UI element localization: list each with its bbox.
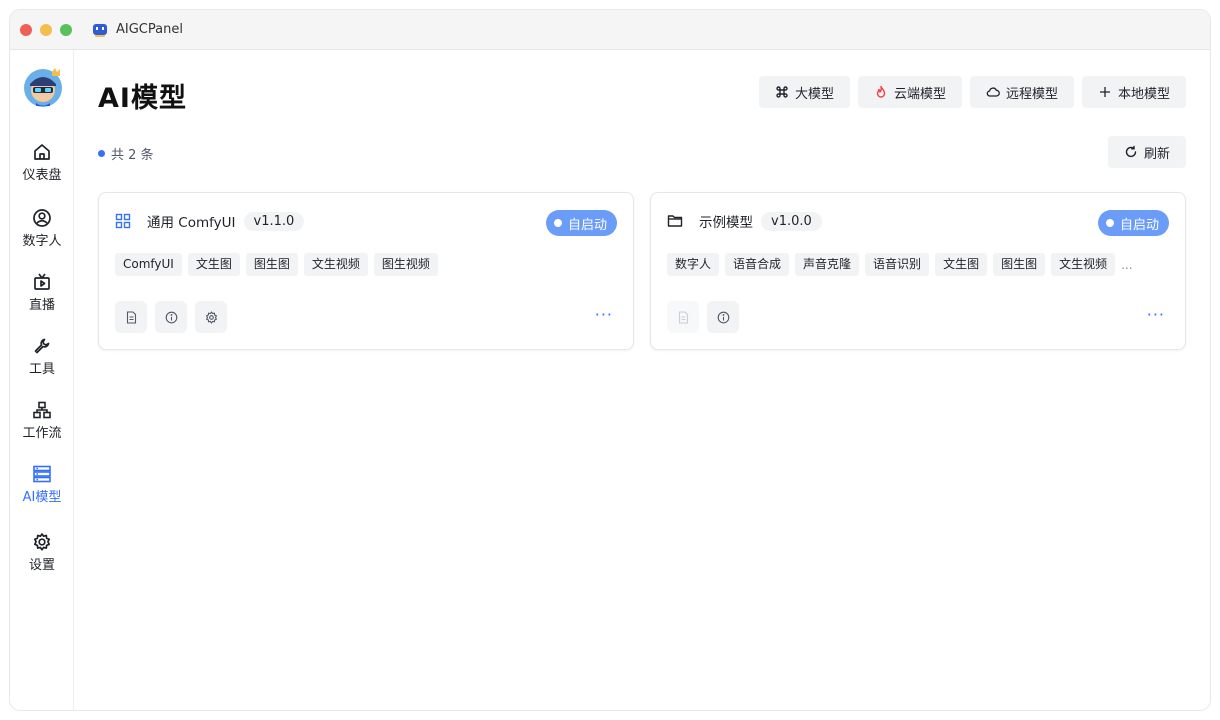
model-name: 通用 ComfyUI — [147, 215, 236, 231]
tag-list: 数字人 语音合成 声音克隆 语音识别 文生图 图生图 文生视频 ... — [667, 253, 1133, 276]
document-icon — [678, 310, 688, 324]
info-icon — [717, 311, 729, 323]
gear-icon — [205, 310, 217, 324]
cloud-icon — [986, 87, 1000, 97]
sidebar-item-label: 数字人 — [22, 234, 62, 249]
gear-icon — [33, 533, 51, 551]
sidebar: 仪表盘 数字人 直播 工具 工作流 AI模型 设置 — [10, 50, 74, 710]
sidebar-item-tools[interactable]: 工具 — [10, 336, 74, 392]
wrench-icon — [34, 338, 50, 354]
window-title: AIGCPanel — [116, 22, 183, 37]
more-button[interactable]: ··· — [595, 305, 613, 324]
sidebar-item-digital-human[interactable]: 数字人 — [10, 208, 74, 264]
tag: 声音克隆 — [795, 253, 860, 276]
remote-models-button[interactable]: 远程模型 — [969, 76, 1074, 108]
version-badge: v1.0.0 — [761, 211, 822, 231]
settings-button[interactable] — [195, 301, 227, 333]
maximize-window-button[interactable] — [60, 23, 72, 36]
sidebar-item-label: 设置 — [28, 558, 55, 573]
sidebar-item-ai-models[interactable]: AI模型 — [10, 464, 74, 520]
toggle-dot — [553, 219, 562, 227]
card-actions — [667, 301, 739, 333]
model-name: 示例模型 — [699, 215, 753, 231]
log-button[interactable] — [115, 301, 147, 333]
card-actions — [115, 301, 227, 333]
main-content: AI模型 大模型 云端模型 远程模型 本地模型 共 2 条 刷新 通用 Comf… — [74, 50, 1210, 710]
model-card: 通用 ComfyUI v1.1.0 自启动 ComfyUI 文生图 图生图 文生… — [98, 192, 634, 350]
item-count: 共 2 条 — [98, 144, 154, 163]
tag: ComfyUI — [115, 253, 182, 276]
sidebar-item-settings[interactable]: 设置 — [10, 532, 74, 588]
close-window-button[interactable] — [20, 23, 32, 36]
tag: 文生视频 — [1051, 253, 1116, 276]
sidebar-item-workflow[interactable]: 工作流 — [10, 400, 74, 456]
card-header: 通用 ComfyUI v1.1.0 — [115, 211, 305, 231]
tag: 图生图 — [245, 253, 298, 276]
document-icon — [126, 310, 136, 324]
model-card: 示例模型 v1.0.0 自启动 数字人 语音合成 声音克隆 语音识别 文生图 图… — [650, 192, 1186, 350]
tag: 数字人 — [667, 253, 720, 276]
refresh-icon — [1125, 145, 1137, 158]
tag: 文生图 — [187, 253, 240, 276]
folder-icon — [667, 215, 683, 227]
info-icon — [165, 311, 177, 323]
tag: 图生视频 — [373, 253, 438, 276]
app-logo-icon — [93, 23, 107, 37]
local-models-button[interactable]: 本地模型 — [1081, 76, 1186, 108]
sidebar-item-label: 直播 — [28, 298, 55, 313]
log-button[interactable] — [667, 301, 699, 333]
plus-icon — [1099, 87, 1110, 97]
user-circle-icon — [33, 209, 51, 227]
server-icon — [33, 465, 51, 483]
grid-icon — [115, 213, 131, 229]
app-window: AIGCPanel 仪表盘 数字人 直播 工具 工作流 AI模型 设置 AI模型… — [10, 10, 1210, 710]
tag: 语音合成 — [725, 253, 790, 276]
more-button[interactable]: ··· — [1147, 305, 1165, 324]
autostart-toggle[interactable]: 自启动 — [545, 210, 617, 236]
info-button[interactable] — [155, 301, 187, 333]
minimize-window-button[interactable] — [40, 23, 52, 36]
workflow-icon — [33, 401, 51, 419]
sidebar-item-dashboard[interactable]: 仪表盘 — [10, 142, 74, 198]
sidebar-item-label: 工作流 — [22, 426, 62, 441]
sidebar-item-label: 仪表盘 — [22, 168, 62, 183]
toggle-dot — [1105, 219, 1114, 227]
page-title: AI模型 — [98, 83, 187, 114]
tv-icon — [34, 273, 50, 290]
tag: 文生图 — [935, 253, 988, 276]
home-icon — [34, 144, 50, 160]
tags-overflow: ... — [1121, 257, 1133, 272]
sidebar-item-live[interactable]: 直播 — [10, 272, 74, 328]
tag: 图生图 — [993, 253, 1046, 276]
sidebar-item-label: AI模型 — [22, 490, 62, 505]
llm-button[interactable]: 大模型 — [758, 76, 850, 108]
command-icon — [776, 86, 788, 98]
avatar[interactable] — [22, 66, 64, 108]
refresh-button[interactable]: 刷新 — [1107, 136, 1186, 168]
autostart-toggle[interactable]: 自启动 — [1097, 210, 1169, 236]
version-badge: v1.1.0 — [243, 211, 305, 231]
tag: 语音识别 — [865, 253, 930, 276]
info-button[interactable] — [707, 301, 739, 333]
titlebar: AIGCPanel — [10, 10, 1210, 50]
count-bullet — [98, 150, 105, 157]
header-actions: 大模型 云端模型 远程模型 本地模型 — [758, 76, 1186, 108]
fire-icon — [876, 85, 886, 98]
card-header: 示例模型 v1.0.0 — [667, 211, 822, 231]
sidebar-item-label: 工具 — [28, 362, 55, 377]
count-text: 共 2 条 — [111, 148, 154, 163]
cloud-models-button[interactable]: 云端模型 — [857, 76, 962, 108]
tag: 文生视频 — [303, 253, 368, 276]
tag-list: ComfyUI 文生图 图生图 文生视频 图生视频 — [115, 253, 438, 276]
